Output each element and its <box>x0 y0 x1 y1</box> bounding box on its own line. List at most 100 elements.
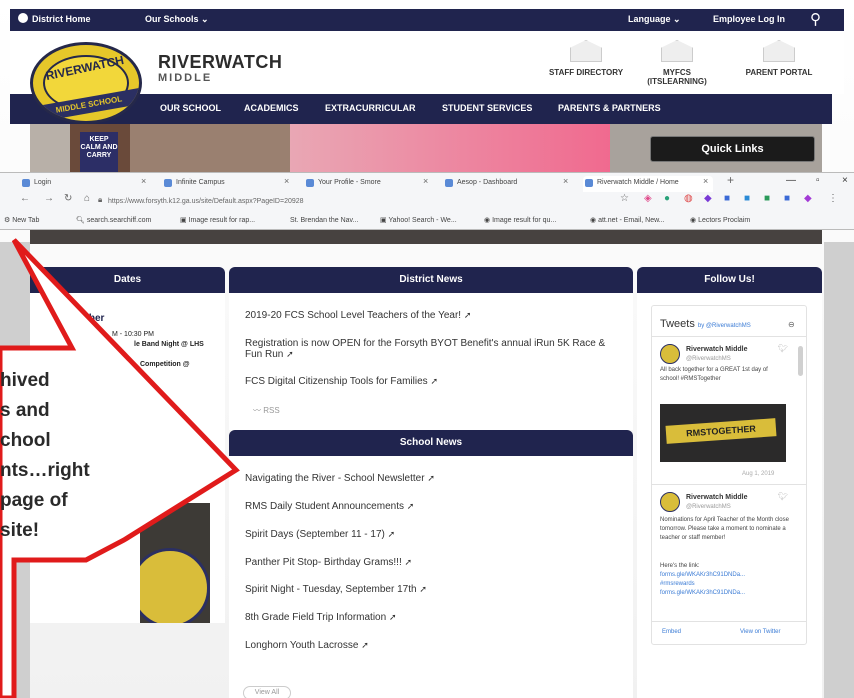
tweet-text: Nominations for April Teacher of the Mon… <box>660 517 789 541</box>
chevron-down-icon: ⌄ <box>673 14 681 24</box>
link-arrow-icon: ➚ <box>430 376 438 386</box>
new-tab-icon[interactable]: + <box>727 173 734 187</box>
school-news-item[interactable]: RMS Daily Student Announcements ➚ <box>245 501 414 512</box>
link-arrow-icon: ➚ <box>388 612 397 622</box>
hero-sign: KEEP CALM AND CARRY <box>80 132 118 176</box>
close-icon[interactable]: × <box>423 176 428 186</box>
reload-icon[interactable]: ↻ <box>64 193 72 204</box>
school-news-item[interactable]: 8th Grade Field Trip Information ➚ <box>245 612 397 623</box>
nav-student-services[interactable]: STUDENT SERVICES <box>442 103 532 113</box>
tweets-by[interactable]: by @RiverwatchMS <box>698 323 751 329</box>
callout-line: s and <box>0 400 50 421</box>
extension-icon[interactable]: ■ <box>784 193 790 204</box>
school-news-item[interactable]: Panther Pit Stop- Birthday Grams!!! ➚ <box>245 557 412 568</box>
bookmark-att[interactable]: ◉ att.net - Email, New... <box>590 213 665 229</box>
bookmark-image-rap[interactable]: ▣ Image result for rap... <box>180 213 255 229</box>
tweet-link[interactable]: forms.gle/WKAKr3hC91DNDa... <box>660 571 745 580</box>
link-arrow-icon: ➚ <box>463 310 472 320</box>
district-home-link[interactable]: District Home <box>18 13 91 24</box>
info-icon[interactable]: ⊖ <box>788 320 795 329</box>
language-dropdown[interactable]: Language ⌄ <box>628 14 681 25</box>
extension-icon[interactable]: ■ <box>724 193 730 204</box>
browser-tab-riverwatch[interactable]: Riverwatch Middle / Home <box>583 176 713 192</box>
quick-links-button[interactable]: Quick Links <box>650 136 815 162</box>
news-title: RMS Daily Student Announcements <box>245 501 404 512</box>
staff-directory-link[interactable]: STAFF DIRECTORY <box>545 40 627 77</box>
close-icon[interactable]: × <box>284 176 289 186</box>
view-on-twitter-link[interactable]: View on Twitter <box>740 628 780 637</box>
bookmark-label: Lectors Proclaim <box>698 217 751 224</box>
extension-icon[interactable]: ◈ <box>644 193 652 204</box>
callout-line: hived <box>0 370 50 391</box>
district-news-item[interactable]: FCS Digital Citizenship Tools for Famili… <box>245 376 438 387</box>
extension-icon[interactable]: ◆ <box>804 193 812 204</box>
forward-icon[interactable]: → <box>44 193 54 204</box>
extension-icon[interactable]: ■ <box>744 193 750 204</box>
avatar[interactable] <box>660 344 680 364</box>
embed-link[interactable]: Embed <box>662 628 681 637</box>
back-icon[interactable]: ← <box>20 193 30 204</box>
school-news-item[interactable]: Spirit Night - Tuesday, September 17th ➚ <box>245 584 427 595</box>
divider <box>652 621 806 622</box>
address-bar[interactable]: https://www.forsyth.k12.ga.us/site/Defau… <box>108 195 628 209</box>
district-news-item[interactable]: Registration is now OPEN for the Forsyth… <box>245 338 615 360</box>
minimize-icon[interactable]: — <box>786 175 796 186</box>
bookmark-yahoo[interactable]: ▣ Yahoo! Search - We... <box>380 213 457 229</box>
bookmark-image-qu[interactable]: ◉ Image result for qu... <box>484 213 556 229</box>
parent-portal-link[interactable]: PARENT PORTAL <box>738 40 820 77</box>
star-icon[interactable]: ☆ <box>620 193 629 204</box>
school-news-item[interactable]: Navigating the River - School Newsletter… <box>245 473 435 484</box>
rss-link[interactable]: 〰 RSS <box>253 405 280 416</box>
bookmark-lectors[interactable]: ◉ Lectors Proclaim <box>690 213 750 229</box>
chevron-down-icon: ⌄ <box>201 14 209 24</box>
nav-academics[interactable]: ACADEMICS <box>244 103 299 113</box>
lock-icon <box>661 40 693 62</box>
extension-icon[interactable]: ■ <box>764 193 770 204</box>
news-title: Navigating the River - School Newsletter <box>245 473 425 484</box>
maximize-icon[interactable]: ▫ <box>816 175 820 186</box>
browser-tab-aesop[interactable]: Aesop - Dashboard <box>443 176 568 190</box>
page: District Home Our Schools ⌄ Language ⌄ E… <box>0 0 854 698</box>
bookmark-new-tab[interactable]: ⚙ New Tab <box>4 213 39 229</box>
myfcs-link[interactable]: MYFCS (ITSLEARNING) <box>636 40 718 86</box>
tweet-hashtag[interactable]: #rmsrewards <box>660 580 695 589</box>
close-icon[interactable]: × <box>563 176 568 186</box>
nav-extracurricular[interactable]: EXTRACURRICULAR <box>325 103 416 113</box>
bookmark-st-brendan[interactable]: St. Brendan the Nav... <box>290 213 358 229</box>
school-news-item[interactable]: Longhorn Youth Lacrosse ➚ <box>245 640 369 651</box>
scrollbar[interactable] <box>798 346 803 376</box>
callout-line: site! <box>0 520 40 541</box>
close-icon[interactable]: × <box>141 176 146 186</box>
tweet-link[interactable]: forms.gle/WKAKr3hC91DNDa... <box>660 589 745 598</box>
extension-icon[interactable]: ● <box>664 193 670 204</box>
extension-icon[interactable]: ◆ <box>704 193 712 204</box>
link-arrow-icon: ➚ <box>286 349 294 359</box>
view-all-button[interactable]: View All <box>243 686 291 698</box>
directory-icon <box>570 40 602 62</box>
employee-login-link[interactable]: Employee Log In <box>713 14 785 24</box>
avatar[interactable] <box>660 492 680 512</box>
menu-icon[interactable]: ⋮ <box>828 193 838 204</box>
extension-icon[interactable]: ◍ <box>684 193 693 204</box>
window-close-icon[interactable]: × <box>842 175 848 186</box>
bookmark-label: Image result for rap... <box>188 217 256 224</box>
browser-tab-infinite-campus[interactable]: Infinite Campus <box>162 176 287 190</box>
browser-tab-login[interactable]: Login <box>20 176 148 190</box>
search-icon[interactable]: ⚲ <box>810 10 821 28</box>
school-logo[interactable]: RIVERWATCH MIDDLE SCHOOL <box>30 42 142 124</box>
tweet-author[interactable]: Riverwatch Middle <box>686 346 747 353</box>
tweet-image[interactable]: RMSTOGETHER <box>660 404 786 462</box>
tab-title: Login <box>34 179 52 186</box>
browser-tab-smore[interactable]: Your Profile - Smore <box>304 176 429 190</box>
bookmark-search[interactable]: 🔍︎ search.searchiff.com <box>76 213 151 229</box>
school-news-item[interactable]: Spirit Days (September 11 - 17) ➚ <box>245 529 395 540</box>
close-icon[interactable]: × <box>703 176 708 186</box>
district-news-item[interactable]: 2019-20 FCS School Level Teachers of the… <box>245 310 471 321</box>
nav-parents-partners[interactable]: PARENTS & PARTNERS <box>558 103 661 113</box>
tweet-author[interactable]: Riverwatch Middle <box>686 494 747 501</box>
home-icon[interactable]: ⌂ <box>84 193 90 204</box>
nav-our-school[interactable]: OUR SCHOOL <box>160 103 221 113</box>
our-schools-dropdown[interactable]: Our Schools ⌄ <box>145 14 209 25</box>
tweet-date[interactable]: Aug 1, 2019 <box>742 470 774 479</box>
link-arrow-icon: ➚ <box>361 640 369 650</box>
